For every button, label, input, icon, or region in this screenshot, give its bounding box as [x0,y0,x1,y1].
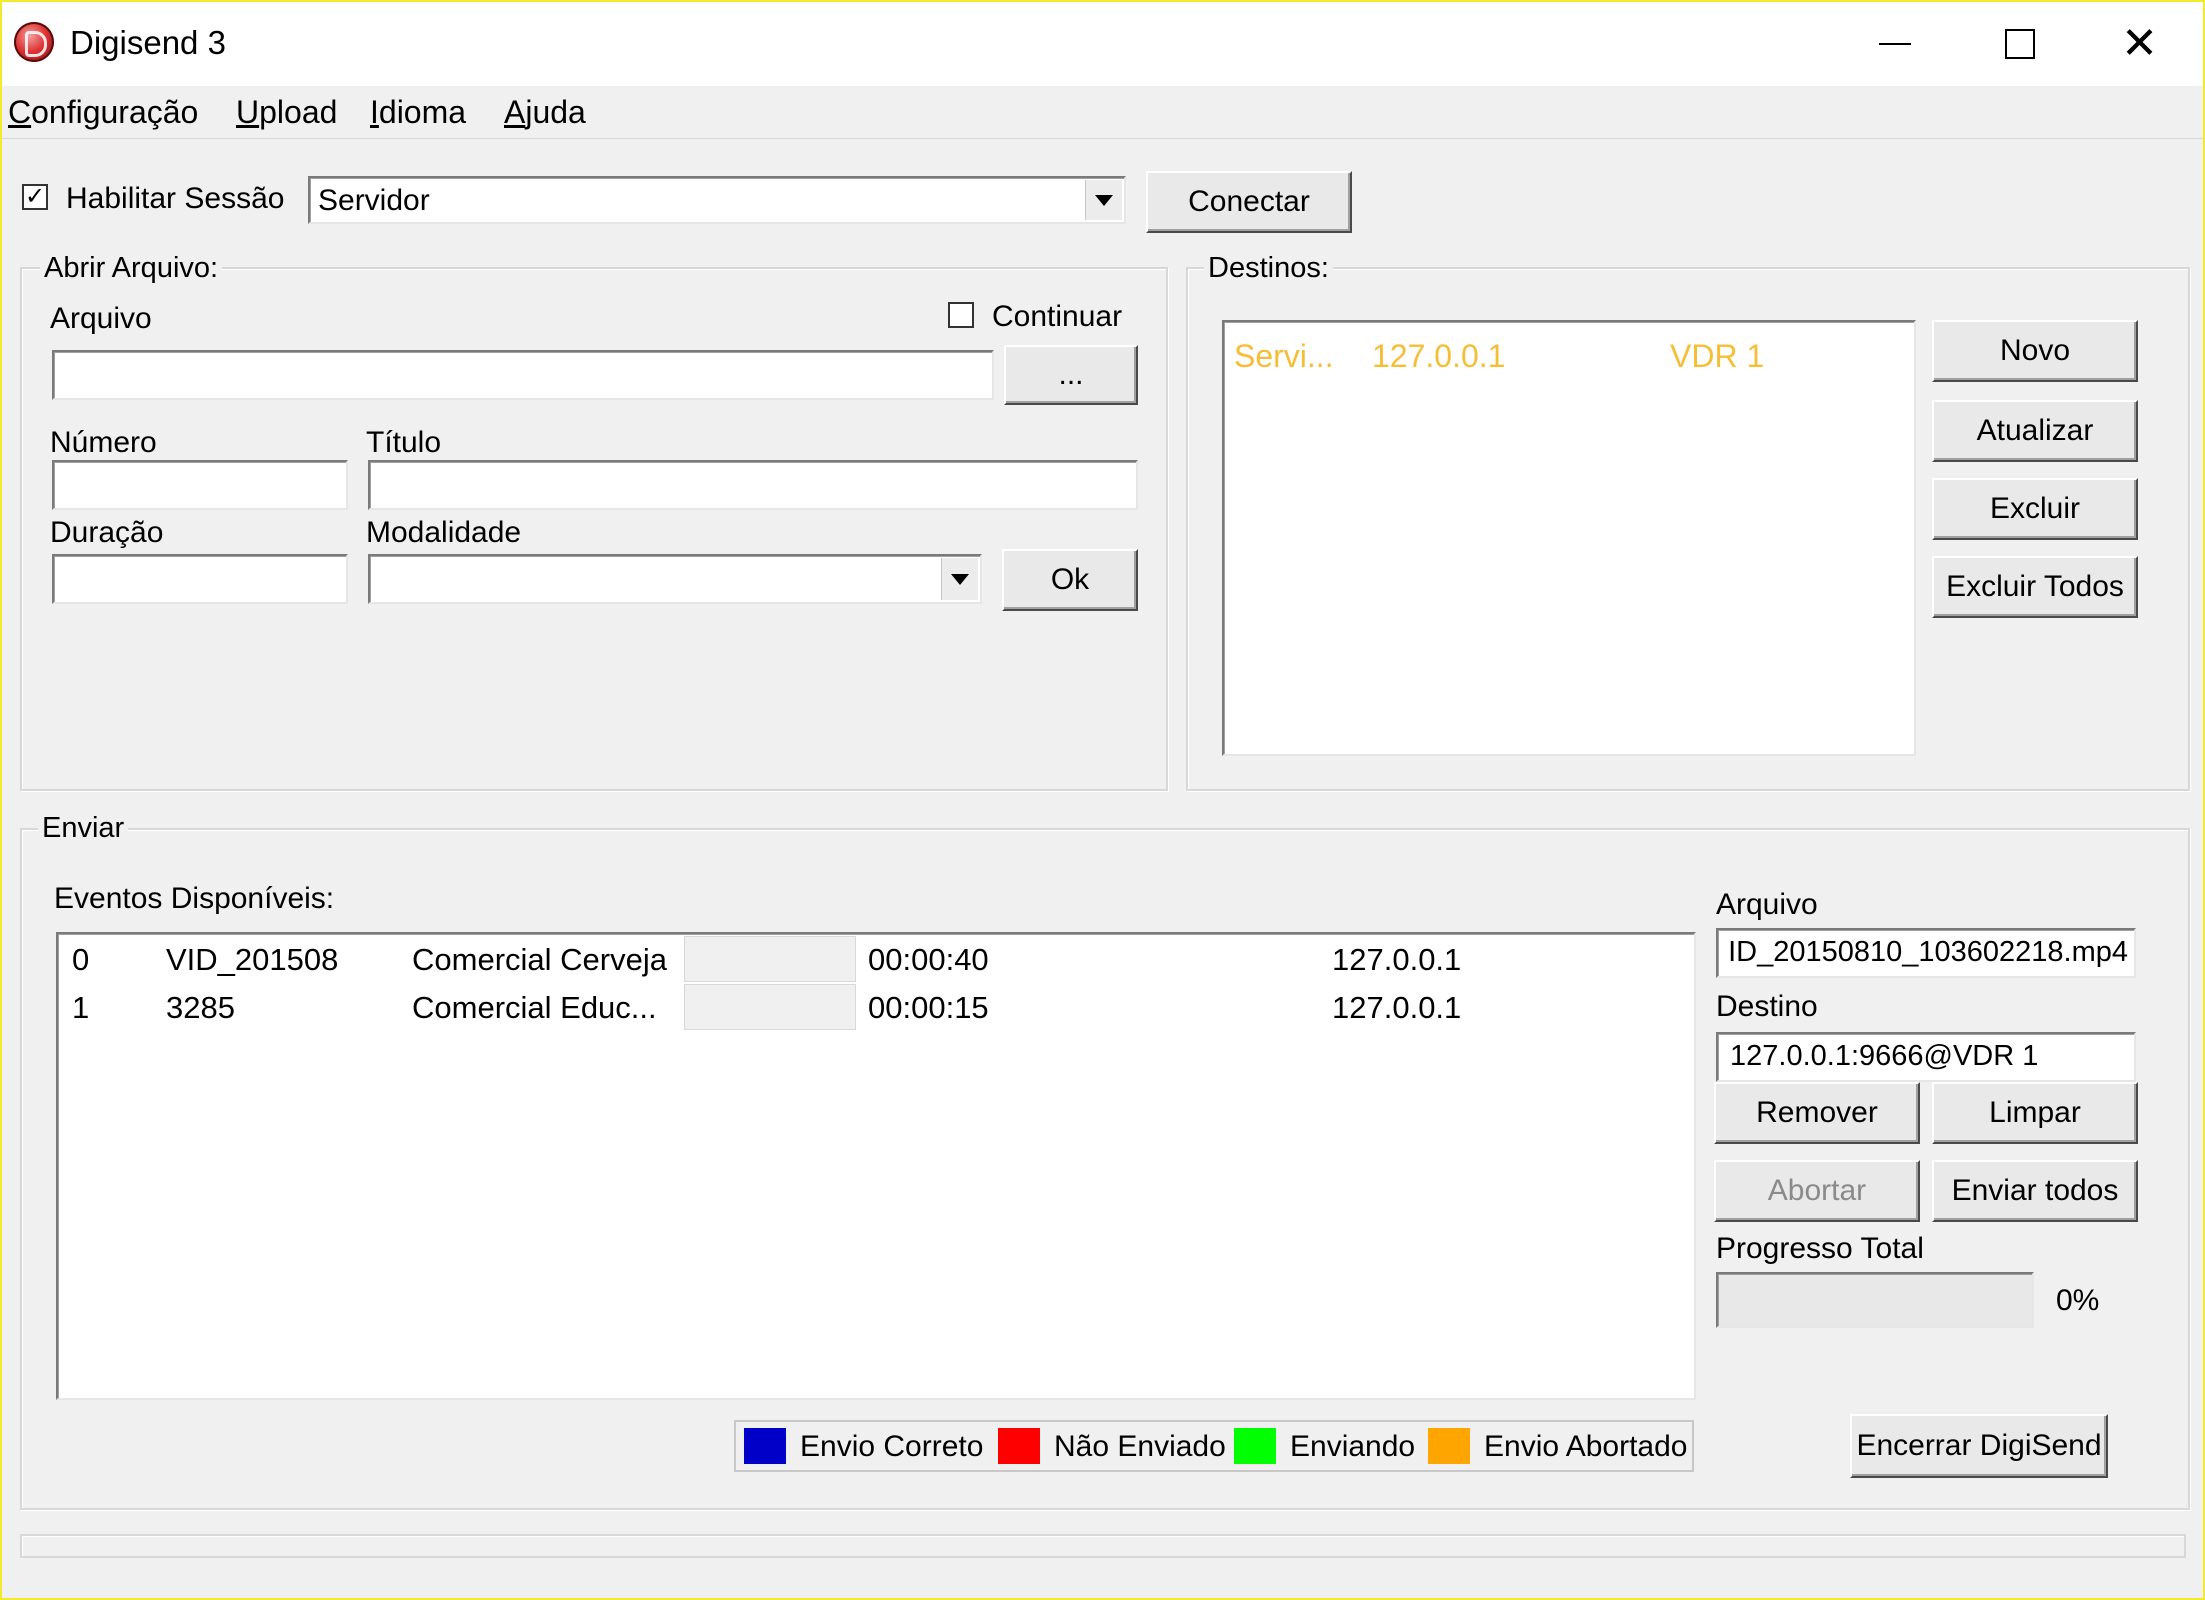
status-bar [20,1534,2186,1558]
modality-label: Modalidade [366,516,522,549]
send-destination-value: 127.0.0.1:9666@VDR 1 [1730,1040,2039,1072]
send-file-input[interactable]: ID_20150810_103602218.mp4 [1716,928,2136,978]
delete-all-destinations-button[interactable]: Excluir Todos [1932,556,2138,618]
number-input[interactable] [52,460,348,510]
window-title: Digisend 3 [70,24,226,61]
table-row[interactable]: 1 3285 Comercial Educ... 00:00:15 127.0.… [58,984,1694,1032]
ok-button[interactable]: Ok [1002,549,1138,611]
legend-label-aborted: Envio Abortado [1484,1430,1688,1463]
event-duration: 00:00:15 [868,990,989,1025]
legend-swatch-not-sent [998,1428,1040,1464]
exit-digisend-button[interactable]: Encerrar DigiSend [1850,1414,2108,1478]
total-progress-label: Progresso Total [1716,1232,1924,1265]
clear-button[interactable]: Limpar [1932,1082,2138,1144]
close-icon[interactable]: ✕ [2077,2,2202,86]
destination-ip[interactable]: 127.0.0.1 [1372,338,1505,375]
event-status-cell [684,936,856,982]
title-bar: Digisend 3 ✕ [2,2,2203,86]
abort-button[interactable]: Abortar [1714,1160,1920,1222]
event-duration: 00:00:40 [868,942,989,977]
open-file-group [20,267,1168,791]
destinations-list[interactable]: Servi... 127.0.0.1 VDR 1 [1222,320,1916,756]
menu-upload[interactable]: Upload [236,94,337,131]
continue-label: Continuar [992,300,1123,333]
destination-name[interactable]: Servi... [1234,338,1334,375]
remove-button[interactable]: Remover [1714,1082,1920,1144]
event-title: Comercial Cerveja [412,942,667,977]
total-progress-bar [1716,1272,2034,1328]
event-index: 1 [72,990,90,1025]
enable-session-label: Habilitar Sessão [66,182,285,215]
minimize-icon[interactable] [1832,2,1957,86]
event-index: 0 [72,942,90,977]
event-ip: 127.0.0.1 [1332,942,1462,977]
legend-label-correct: Envio Correto [800,1430,984,1463]
number-label: Número [50,426,157,459]
table-row[interactable]: 0 VID_201508 Comercial Cerveja 00:00:40 … [58,934,1694,982]
file-input[interactable] [52,350,994,400]
menu-idioma[interactable]: Idioma [370,94,466,131]
event-status-cell [684,984,856,1030]
menu-ajuda[interactable]: Ajuda [504,94,586,131]
destinations-group-label: Destinos: [1204,252,1333,285]
legend-label-sending: Enviando [1290,1430,1416,1463]
status-legend: Envio Correto Não Enviado Enviando Envio… [734,1420,1694,1472]
chevron-down-icon[interactable] [941,558,978,600]
event-title: Comercial Educ... [412,990,657,1025]
send-destination-input[interactable]: 127.0.0.1:9666@VDR 1 [1716,1032,2136,1082]
event-file: 3285 [166,990,235,1025]
legend-swatch-aborted [1428,1428,1470,1464]
server-select-value: Servidor [318,184,430,217]
enable-session-checkbox[interactable]: ✓ [22,184,48,210]
legend-swatch-sending [1234,1428,1276,1464]
open-file-group-label: Abrir Arquivo: [40,252,223,285]
event-ip: 127.0.0.1 [1332,990,1462,1025]
legend-label-not-sent: Não Enviado [1054,1430,1226,1463]
maximize-icon[interactable] [1957,2,2082,86]
connect-button[interactable]: Conectar [1146,171,1352,233]
send-file-value: ID_20150810_103602218.mp4 [1728,936,2128,968]
app-window: Digisend 3 ✕ Configuração Upload Idioma … [0,0,2205,1600]
delete-destination-button[interactable]: Excluir [1932,478,2138,540]
legend-swatch-correct [744,1428,786,1464]
total-progress-percent: 0% [2056,1284,2100,1317]
continue-checkbox[interactable] [948,302,974,328]
send-all-button[interactable]: Enviar todos [1932,1160,2138,1222]
events-list[interactable]: 0 VID_201508 Comercial Cerveja 00:00:40 … [56,932,1696,1400]
file-label: Arquivo [50,302,152,335]
modality-select[interactable] [368,554,982,604]
menu-bar: Configuração Upload Idioma Ajuda [2,86,2203,139]
send-file-label: Arquivo [1716,888,1818,921]
destination-label[interactable]: VDR 1 [1670,338,1764,375]
duration-label: Duração [50,516,164,549]
send-group-label: Enviar [38,812,129,845]
browse-button[interactable]: ... [1004,345,1138,405]
send-destination-label: Destino [1716,990,1818,1023]
server-select[interactable]: Servidor [308,176,1126,224]
app-logo-icon [14,22,54,62]
event-file: VID_201508 [166,942,339,977]
duration-input[interactable] [52,554,348,604]
menu-configuracao[interactable]: Configuração [8,94,198,131]
update-destination-button[interactable]: Atualizar [1932,400,2138,462]
chevron-down-icon[interactable] [1085,180,1122,220]
title-label: Título [366,426,442,459]
events-label: Eventos Disponíveis: [54,882,335,915]
new-destination-button[interactable]: Novo [1932,320,2138,382]
title-input[interactable] [368,460,1138,510]
